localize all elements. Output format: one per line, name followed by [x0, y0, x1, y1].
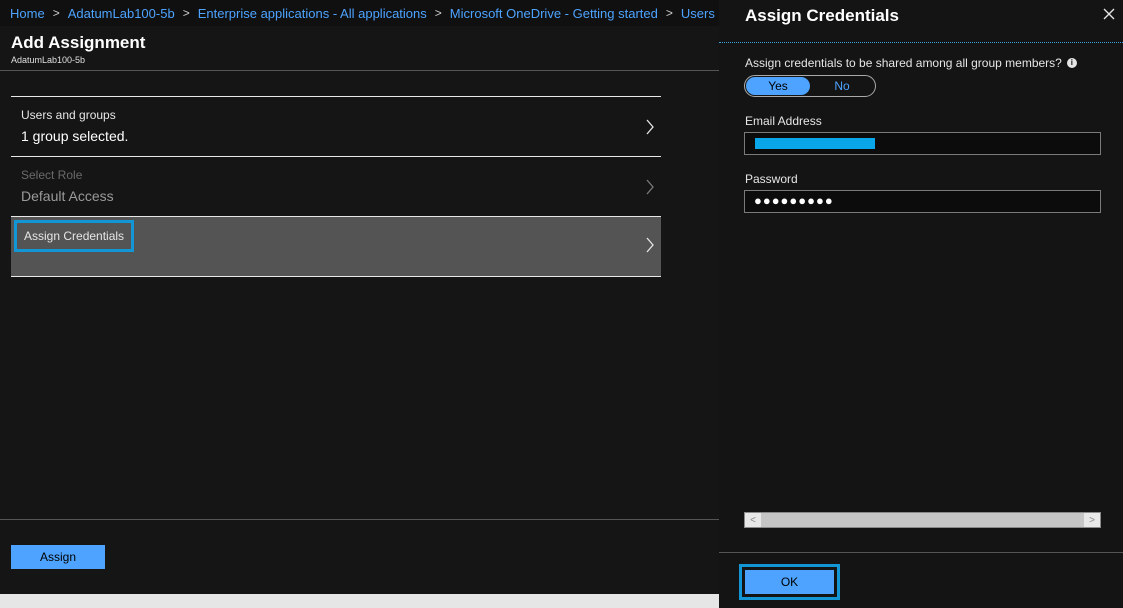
- chevron-right-icon: [646, 179, 654, 195]
- redacted-email: [755, 138, 875, 149]
- assign-credentials-item[interactable]: Assign Credentials: [11, 216, 661, 277]
- breadcrumb-home[interactable]: Home: [10, 6, 45, 21]
- select-role-value: Default Access: [21, 188, 114, 204]
- email-field[interactable]: [744, 132, 1101, 155]
- toggle-no[interactable]: No: [810, 77, 874, 95]
- assign-credentials-label: Assign Credentials: [14, 220, 135, 252]
- page-subtitle: AdatumLab100-5b: [11, 55, 86, 65]
- title-divider: [719, 42, 1123, 43]
- breadcrumb-enterprise-apps[interactable]: Enterprise applications - All applicatio…: [198, 6, 427, 21]
- bottom-strip: [0, 594, 719, 608]
- ok-button-highlight: OK: [739, 564, 840, 600]
- footer-divider: [0, 519, 719, 520]
- shared-credentials-toggle: Yes No: [744, 75, 876, 97]
- chevron-right-icon: [646, 237, 654, 253]
- scroll-right-icon[interactable]: >: [1084, 513, 1100, 527]
- close-icon[interactable]: [1103, 8, 1115, 20]
- scroll-left-icon[interactable]: <: [745, 513, 761, 527]
- info-icon[interactable]: i: [1066, 58, 1077, 68]
- breadcrumb-separator: >: [182, 6, 190, 20]
- shared-credentials-question-text: Assign credentials to be shared among al…: [745, 56, 1062, 70]
- toggle-yes[interactable]: Yes: [746, 77, 810, 95]
- header-divider: [0, 70, 719, 71]
- chevron-right-icon: [646, 119, 654, 135]
- assign-credentials-blade: Assign Credentials Assign credentials to…: [719, 0, 1123, 608]
- add-assignment-blade: Home > AdatumLab100-5b > Enterprise appl…: [0, 0, 719, 594]
- ok-button[interactable]: OK: [745, 570, 834, 594]
- breadcrumb-onedrive[interactable]: Microsoft OneDrive - Getting started: [450, 6, 658, 21]
- password-label: Password: [745, 172, 798, 186]
- breadcrumb-separator: >: [434, 6, 442, 20]
- users-and-groups-value: 1 group selected.: [21, 128, 129, 144]
- password-value: ●●●●●●●●●: [754, 193, 834, 208]
- users-and-groups-item[interactable]: Users and groups 1 group selected.: [11, 96, 661, 156]
- horizontal-scrollbar[interactable]: < >: [744, 512, 1101, 528]
- breadcrumb-users[interactable]: Users a: [681, 6, 719, 21]
- select-role-item[interactable]: Select Role Default Access: [11, 156, 661, 216]
- blade-title: Assign Credentials: [745, 6, 899, 25]
- password-field[interactable]: ●●●●●●●●●: [744, 190, 1101, 213]
- select-role-label: Select Role: [21, 168, 83, 182]
- assign-button[interactable]: Assign: [11, 545, 105, 569]
- breadcrumb: Home > AdatumLab100-5b > Enterprise appl…: [0, 0, 719, 26]
- breadcrumb-separator: >: [665, 6, 673, 20]
- breadcrumb-separator: >: [52, 6, 60, 20]
- footer-divider: [719, 552, 1123, 553]
- shared-credentials-question: Assign credentials to be shared among al…: [745, 56, 1077, 70]
- email-address-label: Email Address: [745, 114, 822, 128]
- users-and-groups-label: Users and groups: [21, 108, 116, 122]
- page-title: Add Assignment: [11, 33, 146, 52]
- breadcrumb-tenant[interactable]: AdatumLab100-5b: [68, 6, 175, 21]
